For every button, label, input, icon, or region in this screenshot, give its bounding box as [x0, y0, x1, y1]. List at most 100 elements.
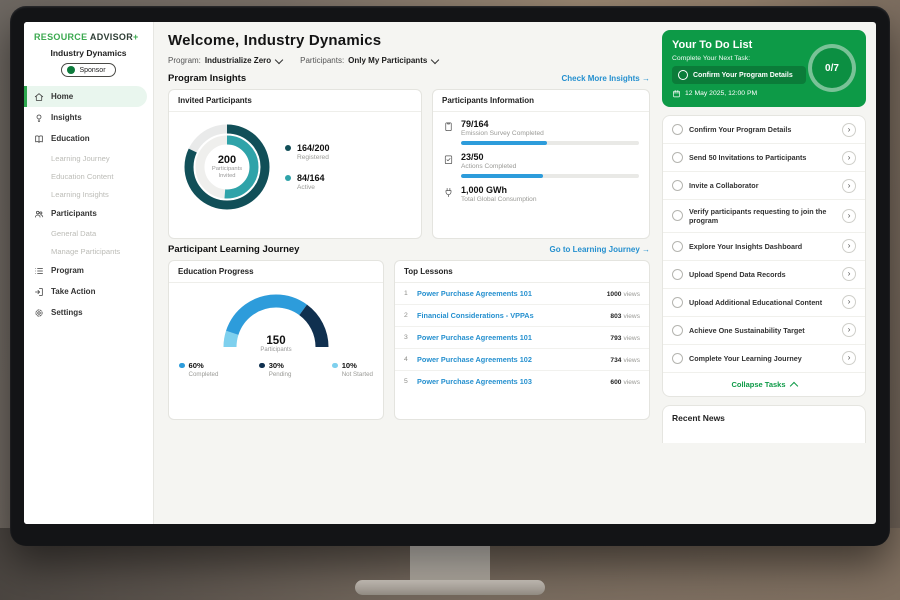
lesson-link[interactable]: Financial Considerations - VPPAs — [417, 311, 603, 320]
sponsor-label: Sponsor — [79, 67, 105, 74]
todo-panel: Your To Do List Complete Your Next Task:… — [662, 22, 876, 524]
chevron-right-icon[interactable]: › — [842, 323, 856, 337]
checkbox-icon[interactable] — [672, 124, 683, 135]
logo-advisor: ADVISOR — [90, 32, 133, 42]
participants-value: Only My Participants — [348, 56, 427, 65]
sidebar-item-education-content[interactable]: Education Content — [24, 167, 153, 185]
filter-bar: Program: Industrialize Zero Participants… — [168, 56, 650, 65]
task-row[interactable]: Upload Additional Educational Content› — [663, 289, 865, 317]
sidebar-item-label: Insights — [51, 113, 82, 122]
invited-donut-chart: 200 Participants Invited — [179, 119, 275, 215]
legend-registered: 164/200 Registered — [285, 143, 330, 161]
sidebar-item-home[interactable]: Home — [24, 86, 147, 107]
chevron-right-icon[interactable]: › — [842, 123, 856, 137]
education-progress-card: Education Progress 150 Participants — [168, 260, 384, 420]
checkbox-icon[interactable] — [672, 210, 683, 221]
chevron-right-icon[interactable]: › — [842, 179, 856, 193]
chevron-right-icon[interactable]: › — [842, 267, 856, 281]
sponsor-badge[interactable]: Sponsor — [61, 63, 115, 77]
lesson-link[interactable]: Power Purchase Agreements 102 — [417, 355, 603, 364]
go-to-learning-journey-link[interactable]: Go to Learning Journey → — [550, 245, 650, 254]
checkbox-icon[interactable] — [672, 269, 683, 280]
section-title: Participant Learning Journey — [168, 244, 299, 255]
legend-dot — [332, 363, 338, 369]
sidebar-item-learning-journey[interactable]: Learning Journey — [24, 149, 153, 167]
sidebar-item-take-action[interactable]: Take Action — [24, 281, 153, 302]
program-value: Industrialize Zero — [205, 56, 271, 65]
actions-progress-bar — [461, 174, 639, 178]
task-row[interactable]: Achieve One Sustainability Target› — [663, 317, 865, 345]
checkbox-icon[interactable] — [672, 353, 683, 364]
chevron-right-icon[interactable]: › — [842, 151, 856, 165]
todo-task-list: Confirm Your Program Details› Send 50 In… — [662, 115, 866, 397]
top-lessons-card: Top Lessons 1 Power Purchase Agreements … — [394, 260, 650, 420]
sidebar-item-participants[interactable]: Participants — [24, 203, 153, 224]
chevron-right-icon[interactable]: › — [842, 209, 856, 223]
gauge-center-label: Participants — [218, 347, 334, 353]
collapse-tasks-link[interactable]: Collapse Tasks — [663, 373, 865, 396]
chevron-down-icon — [275, 55, 283, 63]
lesson-link[interactable]: Power Purchase Agreements 103 — [417, 377, 603, 386]
main-content: Welcome, Industry Dynamics Program: Indu… — [154, 22, 662, 524]
lesson-row: 2 Financial Considerations - VPPAs 803 v… — [395, 305, 649, 327]
sidebar-item-manage-participants[interactable]: Manage Participants — [24, 242, 153, 260]
checkbox-icon[interactable] — [678, 70, 688, 80]
sidebar-item-program[interactable]: Program — [24, 260, 153, 281]
plug-icon — [443, 187, 454, 198]
legend-dot — [285, 175, 291, 181]
sidebar-item-label: Take Action — [51, 287, 95, 296]
participants-select[interactable]: Participants: Only My Participants — [300, 56, 438, 65]
emission-survey-row: 79/164 Emission Survey Completed — [443, 119, 639, 145]
task-row[interactable]: Confirm Your Program Details› — [663, 116, 865, 144]
checkbox-icon[interactable] — [672, 241, 683, 252]
sidebar-item-general-data[interactable]: General Data — [24, 224, 153, 242]
sidebar-item-label: Settings — [51, 308, 83, 317]
card-title: Education Progress — [169, 261, 383, 283]
participants-information-card: Participants Information 79/164 Emission… — [432, 89, 650, 239]
sidebar-item-settings[interactable]: Settings — [24, 302, 153, 323]
link-label: Go to Learning Journey — [550, 245, 640, 254]
todo-progress-label: 0/7 — [825, 63, 839, 74]
chevron-right-icon[interactable]: › — [842, 351, 856, 365]
task-row[interactable]: Send 50 Invitations to Participants› — [663, 144, 865, 172]
legend-dot — [259, 363, 265, 369]
legend-completed: 60% Completed — [179, 361, 218, 378]
monitor-stand-base — [355, 580, 545, 595]
program-insights-section-header: Program Insights Check More Insights → — [168, 73, 650, 84]
sponsor-icon — [67, 66, 75, 74]
people-icon — [34, 209, 44, 219]
todo-subtitle: Complete Your Next Task: — [672, 55, 806, 62]
todo-summary-card: Your To Do List Complete Your Next Task:… — [662, 30, 866, 107]
lesson-link[interactable]: Power Purchase Agreements 101 — [417, 289, 600, 298]
task-row[interactable]: Complete Your Learning Journey› — [663, 345, 865, 373]
education-gauge-chart: 150 Participants — [218, 291, 334, 353]
task-row[interactable]: Invite a Collaborator› — [663, 172, 865, 200]
sidebar-item-label: Home — [51, 92, 73, 101]
task-row[interactable]: Explore Your Insights Dashboard› — [663, 233, 865, 261]
next-task-pill[interactable]: Confirm Your Program Details — [672, 66, 806, 84]
lesson-link[interactable]: Power Purchase Agreements 101 — [417, 333, 603, 342]
legend-not-started: 10% Not Started — [332, 361, 373, 378]
task-row[interactable]: Verify participants requesting to join t… — [663, 200, 865, 233]
calendar-icon — [672, 89, 681, 98]
next-task-label: Confirm Your Program Details — [693, 72, 793, 79]
checkbox-icon[interactable] — [672, 180, 683, 191]
sidebar-item-label: Participants — [51, 209, 97, 218]
sidebar-item-insights[interactable]: Insights — [24, 107, 153, 128]
todo-progress-ring: 0/7 — [808, 44, 856, 92]
chevron-right-icon[interactable]: › — [842, 239, 856, 253]
sidebar-item-learning-insights[interactable]: Learning Insights — [24, 185, 153, 203]
chevron-right-icon[interactable]: › — [842, 295, 856, 309]
program-select[interactable]: Program: Industrialize Zero — [168, 56, 282, 65]
sidebar-item-education[interactable]: Education — [24, 128, 153, 149]
task-row[interactable]: Upload Spend Data Records› — [663, 261, 865, 289]
checkbox-icon[interactable] — [672, 297, 683, 308]
card-title: Top Lessons — [395, 261, 649, 283]
check-more-insights-link[interactable]: Check More Insights → — [562, 74, 650, 83]
section-title: Program Insights — [168, 73, 246, 84]
sidebar: RESOURCE ADVISOR+ Industry Dynamics Spon… — [24, 22, 154, 524]
checkbox-icon[interactable] — [672, 152, 683, 163]
legend-dot — [179, 363, 185, 369]
gear-icon — [34, 308, 44, 318]
checkbox-icon[interactable] — [672, 325, 683, 336]
